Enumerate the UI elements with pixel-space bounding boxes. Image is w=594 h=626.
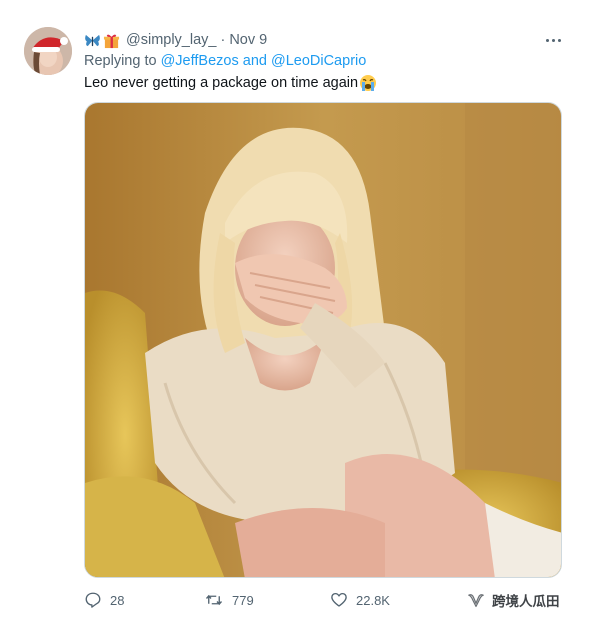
gift-emoji-icon — [103, 34, 120, 48]
tweet-photo[interactable] — [84, 102, 562, 578]
avatar-image — [24, 27, 72, 75]
watermark-text: 跨境人瓜田 — [492, 594, 560, 609]
like-button[interactable]: 22.8K — [330, 588, 390, 612]
photo-image — [85, 103, 561, 577]
butterfly-emoji-icon — [85, 34, 100, 46]
reply-button[interactable]: 28 — [84, 588, 124, 612]
replying-prefix: Replying to — [84, 53, 157, 69]
reply-count: 28 — [110, 592, 125, 608]
like-count: 22.8K — [356, 592, 390, 608]
reply-icon — [85, 592, 101, 608]
mention-conjunction: and — [242, 53, 267, 69]
user-handle[interactable]: @simply_lay_ — [126, 32, 216, 48]
watermark: 跨境人瓜田 — [466, 590, 560, 610]
tweet-body: Leo never getting a package on time agai… — [84, 75, 359, 91]
replying-to-line: Replying to @JeffBezos and @LeoDiCaprio — [84, 53, 366, 69]
crying-face-emoji-icon — [360, 75, 377, 91]
heart-icon — [331, 592, 347, 607]
separator-dot: · — [220, 32, 226, 48]
retweet-button[interactable]: 779 — [204, 588, 254, 612]
more-options-icon[interactable] — [541, 30, 565, 50]
retweet-icon — [205, 594, 223, 606]
mention-leodicaprio[interactable]: @LeoDiCaprio — [271, 53, 366, 69]
avatar[interactable] — [24, 27, 72, 75]
mention-jeffbezos[interactable]: @JeffBezos — [161, 53, 239, 69]
wechat-channel-icon — [468, 594, 484, 608]
tweet-date[interactable]: Nov 9 — [229, 32, 267, 48]
tweet[interactable]: @simply_lay_ · Nov 9 Replying to @JeffBe… — [0, 0, 594, 626]
tweet-header: @simply_lay_ · Nov 9 — [84, 30, 267, 50]
tweet-text: Leo never getting a package on time agai… — [84, 74, 377, 92]
retweet-count: 779 — [232, 592, 254, 608]
